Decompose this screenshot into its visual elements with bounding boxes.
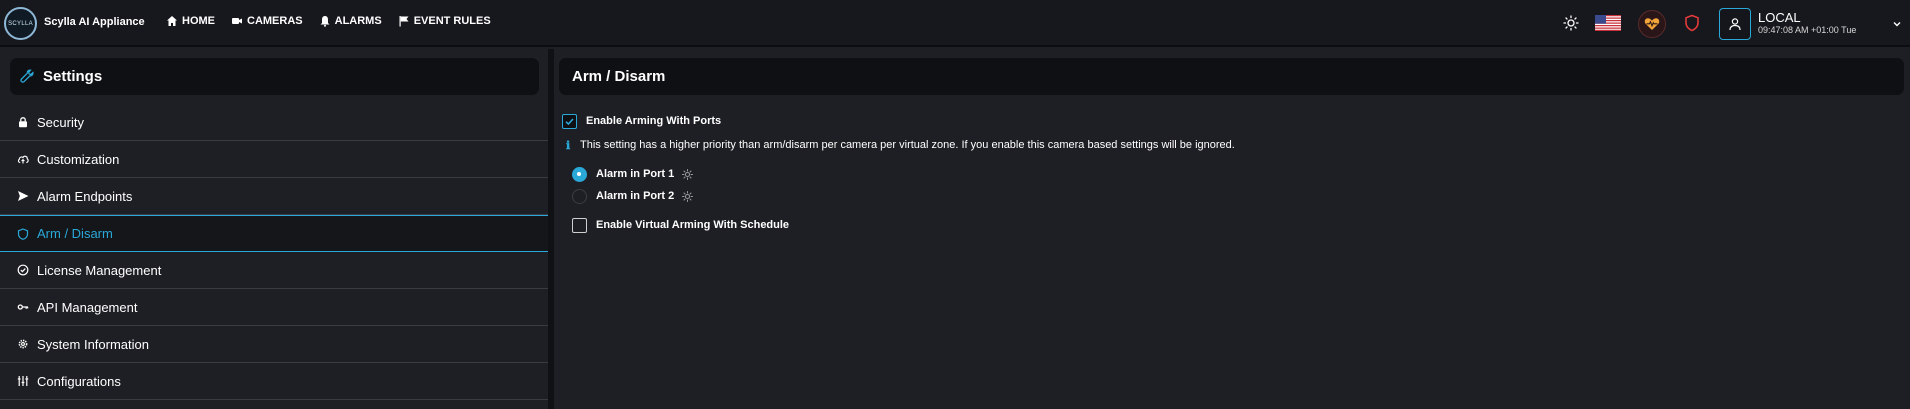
us-flag-icon[interactable]: [1595, 15, 1621, 31]
nav-alarms-label: ALARMS: [334, 15, 382, 27]
sidebar-item-label: Customization: [37, 151, 120, 167]
port-2-settings-icon[interactable]: [682, 191, 693, 202]
sidebar-item-label: API Management: [37, 299, 138, 315]
gear-icon: [18, 339, 28, 349]
sidebar-title: Settings: [43, 68, 103, 85]
page-title: Arm / Disarm: [559, 58, 1904, 95]
lock-icon: [19, 117, 27, 128]
bell-icon: [320, 16, 330, 27]
app-title: Scylla AI Appliance: [44, 16, 145, 28]
enable-arming-label: Enable Arming With Ports: [586, 115, 722, 127]
nav-home[interactable]: HOME: [166, 15, 215, 27]
camera-icon: [232, 18, 242, 24]
sidebar-item-label: Configurations: [37, 373, 121, 389]
enable-arming-checkbox[interactable]: [562, 114, 577, 129]
nav-cameras-label: CAMERAS: [247, 15, 303, 27]
heart-pulse-icon: [1644, 18, 1660, 30]
sidebar-menu: Security Customization Alarm Endpoints A…: [0, 104, 548, 400]
home-icon: [167, 16, 177, 26]
nav-home-label: HOME: [182, 15, 215, 27]
sliders-icon: [17, 376, 29, 386]
user-name: LOCAL: [1758, 10, 1801, 25]
main-panel: Arm / Disarm Enable Arming With Ports ℹ …: [554, 49, 1910, 409]
chevron-down-icon[interactable]: [1892, 19, 1902, 29]
top-nav-bar: SCYLLA Scylla AI Appliance HOME CAMERAS …: [0, 0, 1910, 47]
user-time: 09:47:08 AM +01:00 Tue: [1758, 25, 1857, 35]
sidebar-item-alarm-endpoints[interactable]: Alarm Endpoints: [0, 178, 548, 215]
app-logo[interactable]: SCYLLA: [4, 7, 37, 40]
sidebar-item-label: System Information: [37, 336, 149, 352]
sidebar-item-api-management[interactable]: API Management: [0, 289, 548, 326]
sidebar-item-system-information[interactable]: System Information: [0, 326, 548, 363]
checkmark-icon: [565, 118, 574, 126]
main-nav: HOME CAMERAS ALARMS EVENT RULES: [166, 15, 491, 27]
user-avatar-button[interactable]: [1719, 8, 1751, 40]
nav-event-rules-label: EVENT RULES: [413, 15, 491, 27]
user-icon: [1729, 18, 1741, 31]
sidebar-item-security[interactable]: Security: [0, 104, 548, 141]
port-1-settings-icon[interactable]: [682, 169, 693, 180]
cloud-upload-icon: [17, 155, 29, 164]
flag-icon: [399, 16, 409, 27]
port-1-radio[interactable]: [572, 167, 587, 182]
security-shield-icon[interactable]: [1684, 14, 1700, 32]
sidebar-header: Settings: [10, 58, 539, 95]
health-status-button[interactable]: [1638, 10, 1666, 38]
nav-event-rules[interactable]: EVENT RULES: [398, 15, 491, 27]
check-circle-icon: [17, 264, 29, 276]
virtual-arming-label: Enable Virtual Arming With Schedule: [596, 219, 790, 231]
sidebar-item-arm-disarm[interactable]: Arm / Disarm: [0, 215, 548, 252]
sidebar-item-label: Alarm Endpoints: [37, 188, 133, 204]
sidebar-item-label: Arm / Disarm: [37, 226, 113, 241]
port-1-label: Alarm in Port 1: [596, 168, 675, 180]
port-2-radio[interactable]: [572, 189, 587, 204]
nav-cameras[interactable]: CAMERAS: [231, 15, 303, 27]
nav-alarms[interactable]: ALARMS: [319, 15, 382, 27]
wrench-icon: [20, 69, 34, 83]
sidebar-item-configurations[interactable]: Configurations: [0, 363, 548, 400]
theme-toggle-icon[interactable]: [1563, 15, 1579, 31]
send-icon: [18, 191, 29, 201]
key-icon: [17, 304, 29, 310]
info-icon: ℹ: [566, 140, 571, 152]
sidebar-item-customization[interactable]: Customization: [0, 141, 548, 178]
sidebar-item-license-management[interactable]: License Management: [0, 252, 548, 289]
sidebar-item-label: Security: [37, 114, 84, 130]
logo-text: SCYLLA: [8, 20, 33, 27]
port-2-label: Alarm in Port 2: [596, 190, 675, 202]
sidebar-item-label: License Management: [37, 262, 162, 278]
settings-sidebar: Settings Security Customization Alarm En…: [0, 49, 548, 409]
virtual-arming-checkbox[interactable]: [572, 218, 587, 233]
shield-icon: [17, 227, 29, 240]
info-text: This setting has a higher priority than …: [580, 139, 1235, 151]
